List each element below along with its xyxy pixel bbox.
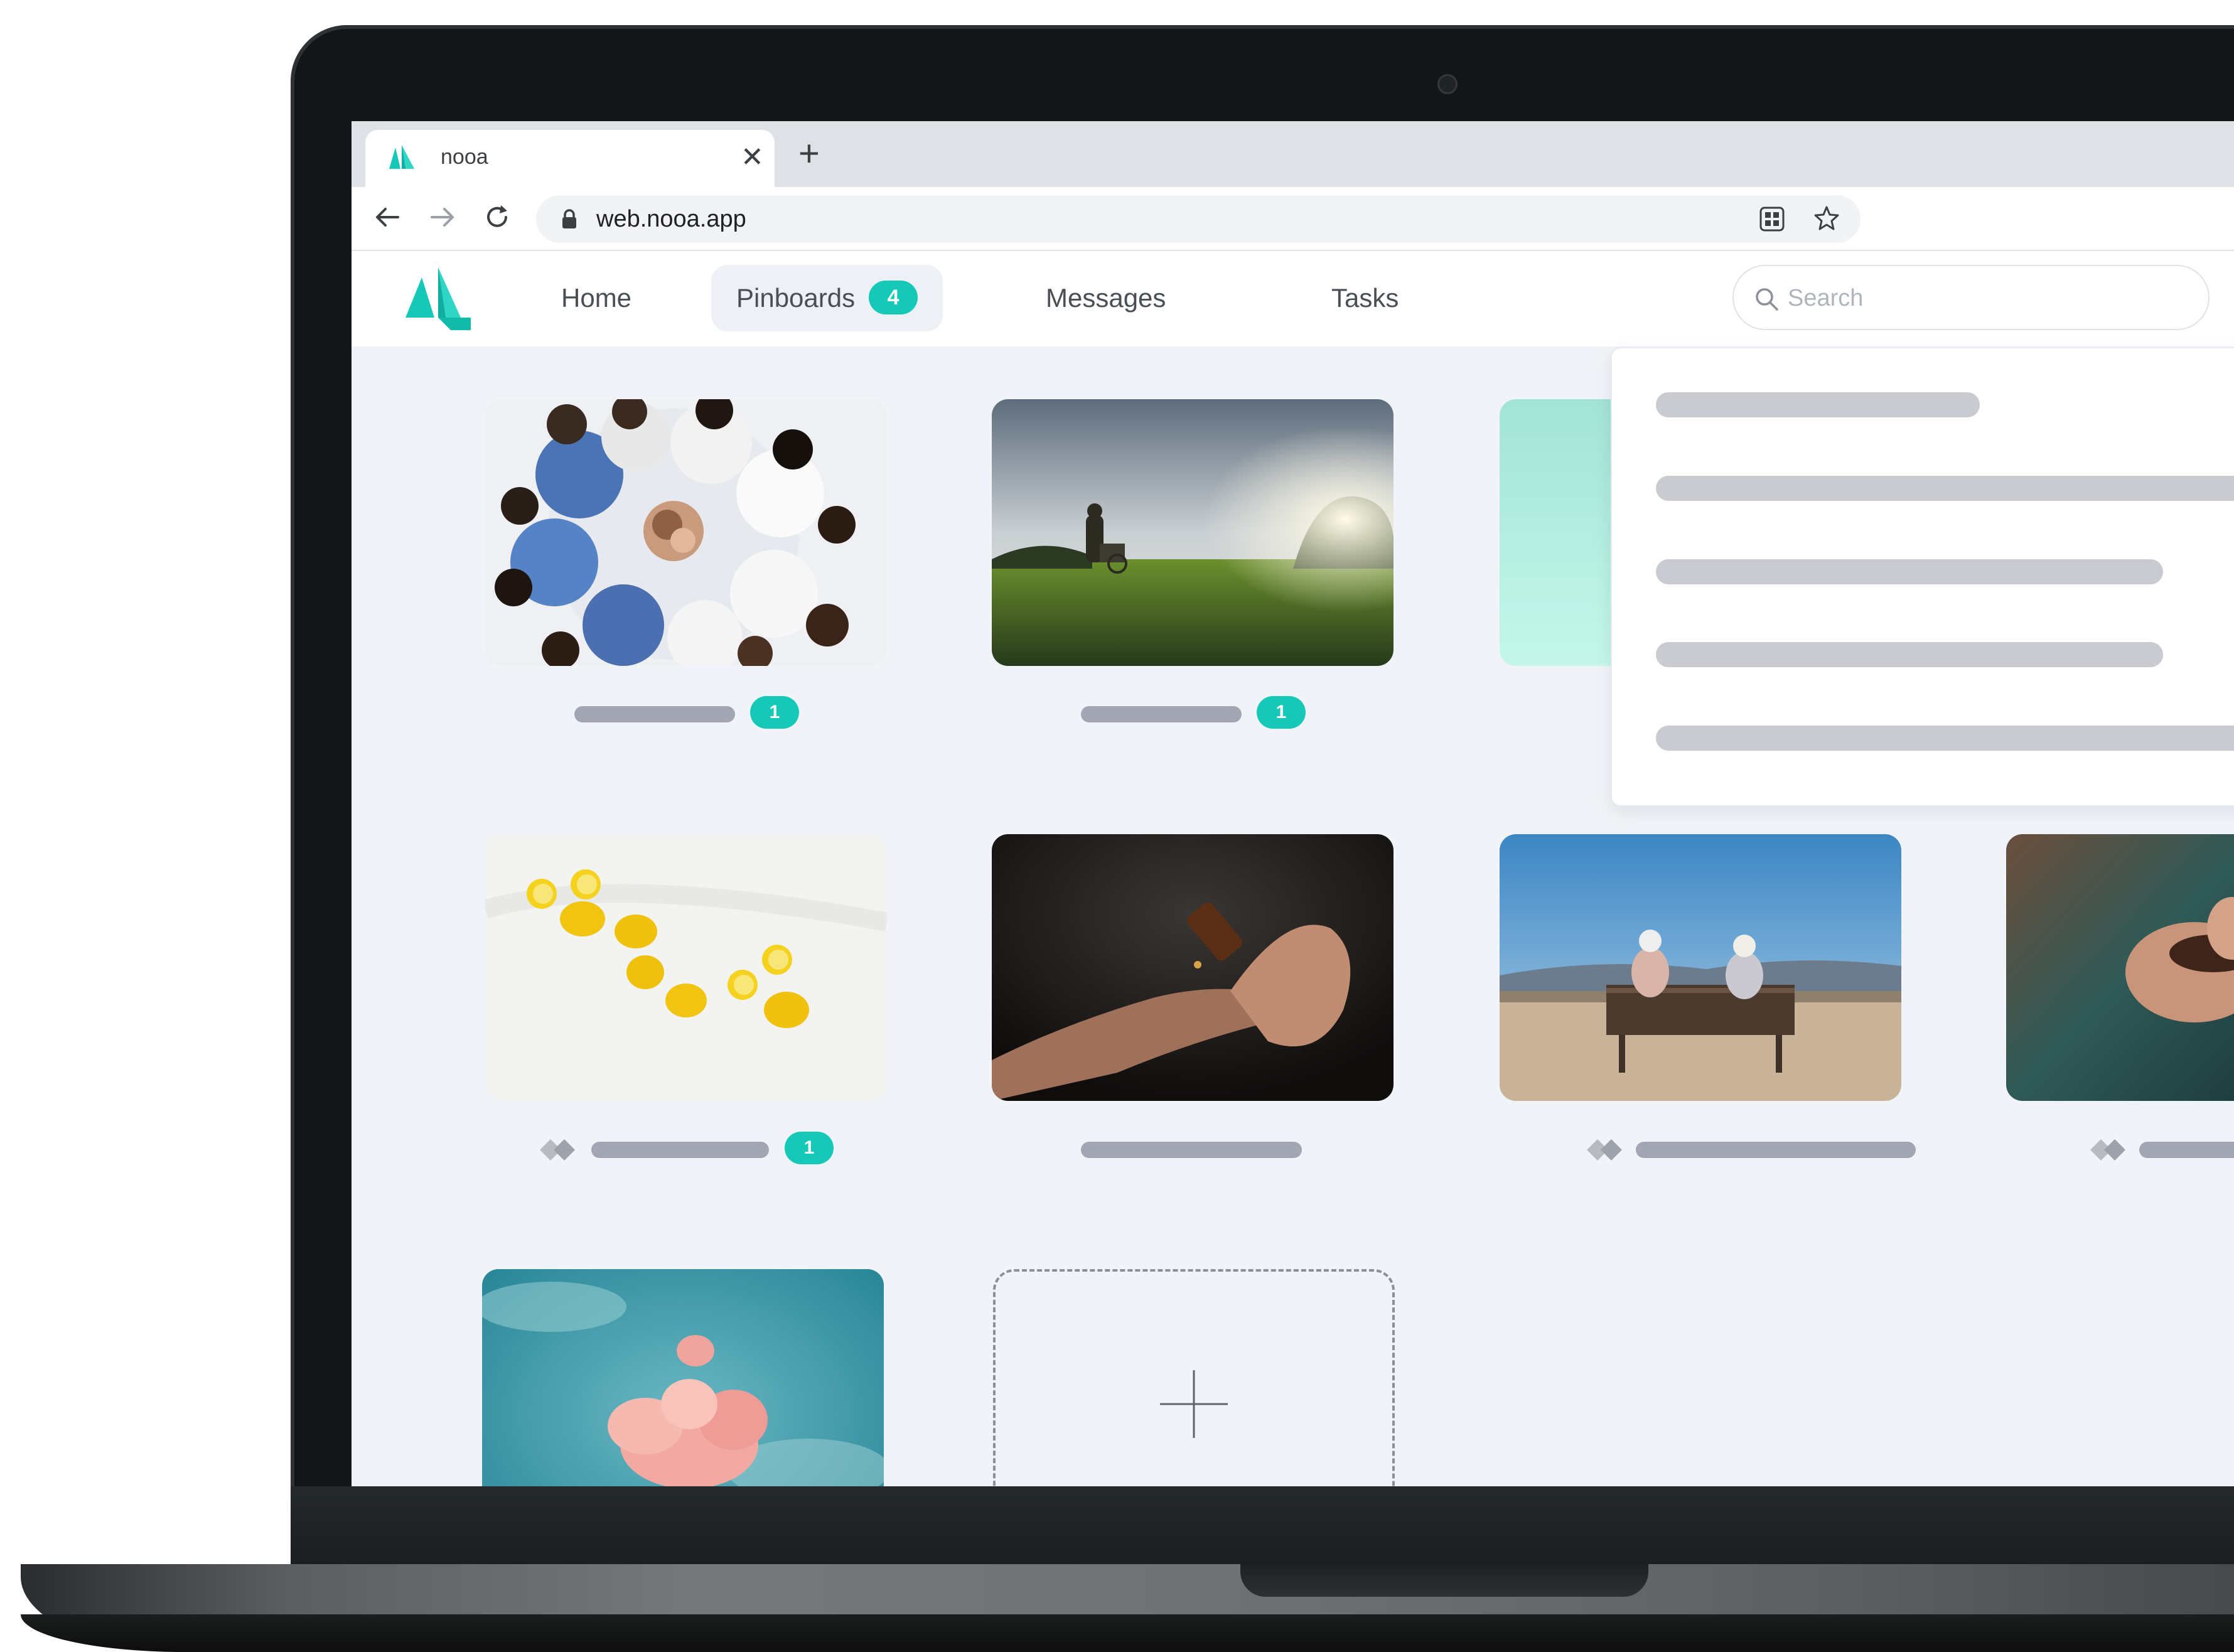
laptop-chin [291,1486,2234,1568]
pinboard-count-badge: 1 [785,1132,834,1164]
add-pinboard-button[interactable] [993,1269,1395,1486]
search-icon [1756,288,1778,311]
webcam [1437,74,1458,94]
plus-icon [1160,1370,1228,1438]
bench-couple-photo [1500,834,1901,1101]
close-tab-icon[interactable]: ✕ [741,139,764,176]
pinboard-meta: 1 [574,696,800,731]
pinboard-card[interactable] [1500,834,1901,1101]
nav-item-home[interactable]: Home [536,265,657,331]
pinboard-count-badge: 1 [750,696,799,729]
pinboard-title-placeholder [1636,1142,1916,1158]
sky-cloud-photo [482,1269,884,1486]
result-placeholder[interactable] [1656,392,1980,417]
search-box[interactable] [1732,265,2210,330]
shared-diamonds-icon [540,1139,575,1161]
pinboards-count-badge: 4 [869,280,918,314]
url-text: web.nooa.app [596,206,746,232]
pinboard-card-partial[interactable] [2006,834,2234,1101]
nav-item-label: Home [561,283,632,313]
nav-item-messages[interactable]: Messages [1021,265,1191,331]
app-navigation: Home Pinboards 4 Messages Tasks [352,251,2234,346]
shared-diamonds-icon [1587,1139,1622,1161]
search-results-dropdown [1611,347,2234,807]
pinboard-title-placeholder [1081,1142,1302,1158]
lock-icon [562,209,576,228]
pinboard-card[interactable] [992,834,1394,1101]
result-placeholder[interactable] [1656,559,2163,584]
nav-item-pinboards[interactable]: Pinboards 4 [711,265,943,331]
pinboard-meta [1587,1132,1916,1167]
lemons-photo [485,834,887,1101]
shared-diamonds-icon [2090,1139,2125,1161]
pinboard-count-badge: 1 [1257,696,1306,729]
pinboard-card[interactable] [992,399,1394,666]
browser-toolbar: web.nooa.app [352,187,2234,251]
search-input[interactable] [1786,280,2166,316]
pinboard-card[interactable] [482,1269,884,1486]
pinboard-title-placeholder [574,706,735,722]
result-placeholder[interactable] [1656,726,2234,751]
nav-item-label: Messages [1046,283,1166,313]
forward-arrow-icon[interactable] [423,198,461,236]
pinboard-card-partial[interactable] [1500,399,1625,666]
nav-item-label: Tasks [1331,283,1399,313]
laptop-base [21,1564,2234,1652]
nooa-favicon-icon [389,145,414,169]
browser-tab-title: nooa [441,145,488,169]
result-placeholder[interactable] [1656,642,2163,667]
pinboard-meta: 1 [540,1132,834,1167]
elderly-hands-photo [2006,834,2234,1101]
dropper-hands-photo [992,834,1394,1101]
address-bar[interactable]: web.nooa.app [536,195,1861,243]
team-hands-photo [485,399,887,666]
laptop-hinge-notch [1240,1564,1648,1597]
browser-tab-strip: nooa ✕ + [352,121,2234,187]
pinboard-meta [1081,1132,1307,1167]
reload-icon[interactable] [478,198,516,236]
qr-code-icon[interactable] [1759,206,1785,232]
back-arrow-icon[interactable] [369,198,407,236]
pinboard-title-placeholder [2139,1142,2234,1158]
gradient-cover-image [1500,399,1625,666]
bookmark-star-icon[interactable] [1812,203,1842,233]
new-tab-icon[interactable]: + [798,135,820,173]
pinboard-title-placeholder [1081,706,1242,722]
nav-item-label: Pinboards [736,283,856,313]
park-wheelchair-photo [992,399,1394,666]
pinboard-card[interactable] [485,399,887,666]
pinboard-card[interactable] [485,834,887,1101]
browser-tab[interactable]: nooa ✕ [365,130,775,187]
nooa-logo-icon[interactable] [400,265,473,331]
pinboard-meta: 1 [1081,696,1307,731]
result-placeholder[interactable] [1656,476,2234,501]
laptop-screen: nooa ✕ + web.nooa.app Home Pinboards 4 M… [352,121,2234,1486]
pinboard-title-placeholder [591,1142,769,1158]
pinboard-meta [2090,1132,2234,1167]
nav-item-tasks[interactable]: Tasks [1306,265,1424,331]
